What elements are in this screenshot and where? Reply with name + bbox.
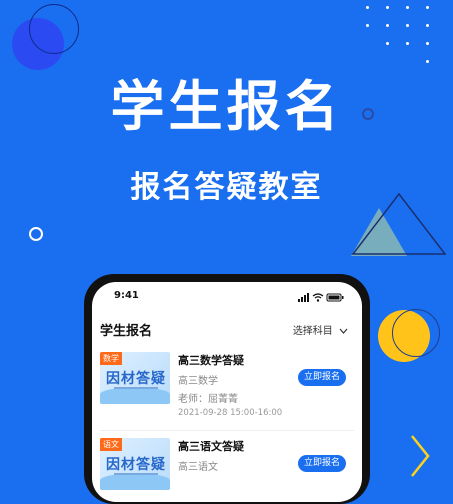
course-thumbnail: 数学 因材答疑 xyxy=(100,352,170,404)
decor-ring-white xyxy=(29,227,43,241)
decor-circle-outline xyxy=(29,4,79,54)
register-button[interactable]: 立即报名 xyxy=(298,369,346,386)
status-icons xyxy=(298,293,344,302)
banner-subline: 报名答疑教室 xyxy=(130,170,323,205)
course-thumbnail: 语文 因材答疑 xyxy=(100,438,170,490)
status-time: 9:41 xyxy=(114,290,139,301)
decor-dots xyxy=(366,6,446,66)
subject-select[interactable]: 选择科目 xyxy=(293,322,348,337)
course-subject: 高三语文 xyxy=(178,462,218,473)
signal-icon xyxy=(298,293,309,302)
subject-tag: 数学 xyxy=(100,352,122,365)
thumbnail-title: 因材答疑 xyxy=(106,457,166,473)
course-card[interactable]: 数学 因材答疑 高三数学答疑 高三数学 老师：屈菁菁 2021-09-28 15… xyxy=(100,352,354,422)
course-time: 2021-09-28 15:00-16:00 xyxy=(178,408,283,418)
status-bar: 9:41 xyxy=(92,290,362,306)
phone-screen: 9:41 学生报名 选择科目 数学 因材答疑 高三数学答疑 高三数学 老师：屈菁… xyxy=(92,282,362,502)
divider xyxy=(100,430,354,431)
battery-icon xyxy=(326,293,344,302)
course-subject: 高三数学 xyxy=(178,376,218,387)
course-teacher: 老师：屈菁菁 xyxy=(178,394,238,405)
banner-headline: 学生报名 xyxy=(110,75,343,138)
course-title: 高三语文答疑 xyxy=(178,440,244,453)
subject-tag: 语文 xyxy=(100,438,122,451)
register-button[interactable]: 立即报名 xyxy=(298,455,346,472)
thumbnail-title: 因材答疑 xyxy=(106,371,166,387)
decor-chevron xyxy=(411,435,430,477)
decor-circle-outline-right xyxy=(392,309,440,357)
course-card[interactable]: 语文 因材答疑 高三语文答疑 高三语文 立即报名 xyxy=(100,438,354,502)
chevron-down-icon xyxy=(339,326,348,337)
wifi-icon xyxy=(312,293,324,299)
course-title: 高三数学答疑 xyxy=(178,354,244,367)
subject-select-label: 选择科目 xyxy=(292,326,333,337)
page-title: 学生报名 xyxy=(100,324,153,339)
